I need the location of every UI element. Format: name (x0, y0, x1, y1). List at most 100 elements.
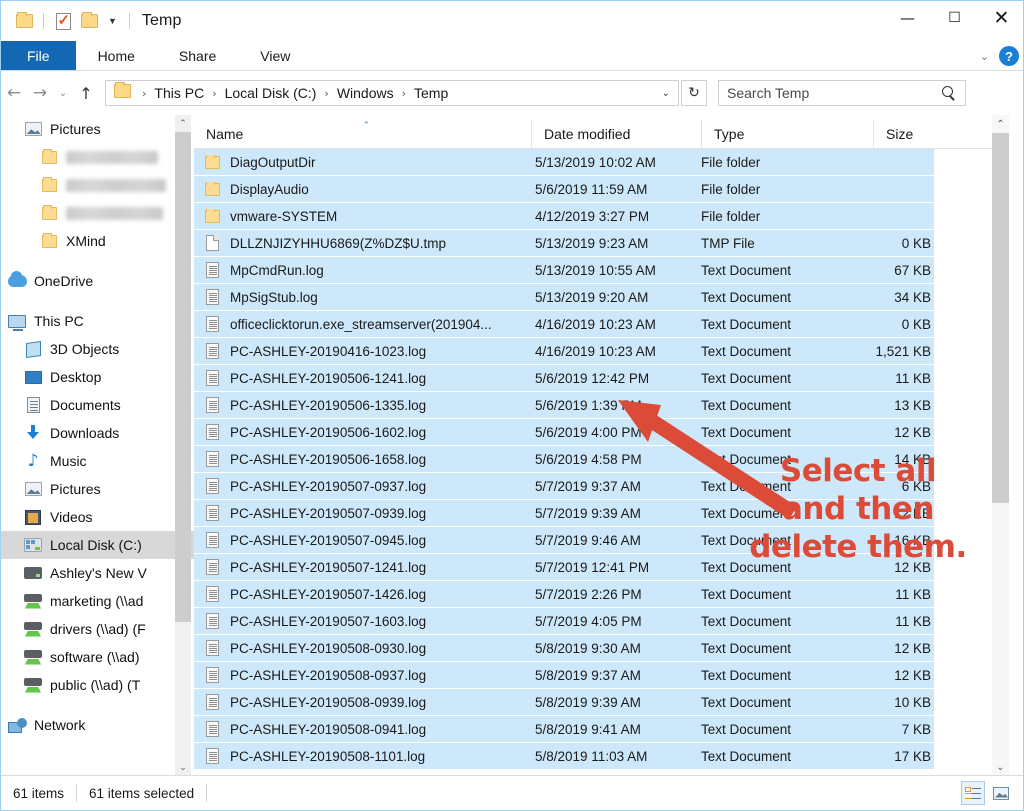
breadcrumb-item-this-pc[interactable]: This PC (151, 85, 207, 101)
table-row[interactable]: PC-ASHLEY-20190508-0930.log5/8/2019 9:30… (194, 635, 934, 662)
table-row[interactable]: vmware-SYSTEM4/12/2019 3:27 PMFile folde… (194, 203, 934, 230)
sidebar-item-pictures[interactable]: Pictures (1, 475, 194, 503)
sidebar-item-redacted-1[interactable] (1, 143, 194, 171)
sidebar-item-public-ad-t[interactable]: public (\\ad) (T (1, 671, 194, 699)
maximize-button[interactable]: ☐ (931, 1, 978, 34)
expand-ribbon-chevron-icon[interactable]: ⌄ (980, 50, 989, 63)
text-file-icon (202, 289, 222, 305)
sidebar-item-desktop[interactable]: Desktop (1, 363, 194, 391)
scrollbar-thumb[interactable] (175, 132, 191, 622)
tab-share[interactable]: Share (157, 41, 238, 70)
file-list-scrollbar[interactable]: ⌃ ⌄ (992, 115, 1009, 776)
properties-icon[interactable] (50, 8, 76, 34)
text-file-icon (202, 748, 222, 764)
tab-view[interactable]: View (238, 41, 312, 70)
help-button[interactable]: ? (999, 46, 1019, 66)
nav-pane-scrollbar[interactable]: ⌃ ⌄ (175, 115, 191, 776)
text-file-icon (202, 343, 222, 359)
cell-name: PC-ASHLEY-20190507-0945.log (194, 532, 531, 548)
table-row[interactable]: PC-ASHLEY-20190508-0939.log5/8/2019 9:39… (194, 689, 934, 716)
table-row[interactable]: PC-ASHLEY-20190507-1426.log5/7/2019 2:26… (194, 581, 934, 608)
sidebar-item-drivers-ad-f[interactable]: drivers (\\ad) (F (1, 615, 194, 643)
up-button[interactable]: ↑ (73, 80, 99, 106)
search-box[interactable] (718, 80, 966, 106)
sidebar-item-local-disk-c[interactable]: Local Disk (C:) (1, 531, 194, 559)
sidebar-item-redacted-2[interactable] (1, 171, 194, 199)
table-row[interactable]: PC-ASHLEY-20190416-1023.log4/16/2019 10:… (194, 338, 934, 365)
scroll-down-icon[interactable]: ⌄ (992, 758, 1009, 776)
table-row[interactable]: MpSigStub.log5/13/2019 9:20 AMText Docum… (194, 284, 934, 311)
preview-pane-icon[interactable] (989, 781, 1013, 805)
sidebar-item-xmind[interactable]: XMind (1, 227, 194, 255)
sidebar-item-videos[interactable]: Videos (1, 503, 194, 531)
table-row[interactable]: officeclicktorun.exe_streamserver(201904… (194, 311, 934, 338)
breadcrumb-item-temp[interactable]: Temp (411, 85, 451, 101)
sidebar-item-onedrive[interactable]: OneDrive (1, 267, 194, 295)
cell-size: 13 KB (873, 398, 931, 413)
sidebar-item-label: drivers (\\ad) (F (50, 621, 146, 637)
table-row[interactable]: PC-ASHLEY-20190506-1241.log5/6/2019 12:4… (194, 365, 934, 392)
cell-type: TMP File (701, 236, 873, 251)
cell-type: File folder (701, 182, 873, 197)
back-button[interactable]: ← (1, 80, 27, 106)
folder-icon[interactable] (11, 8, 37, 34)
breadcrumb-item-local-disk[interactable]: Local Disk (C:) (222, 85, 320, 101)
table-row[interactable]: MpCmdRun.log5/13/2019 10:55 AMText Docum… (194, 257, 934, 284)
table-row[interactable]: DisplayAudio5/6/2019 11:59 AMFile folder (194, 176, 934, 203)
sidebar-item-downloads[interactable]: Downloads (1, 419, 194, 447)
refresh-button[interactable]: ↻ (681, 80, 707, 106)
cell-name: PC-ASHLEY-20190508-0930.log (194, 640, 531, 656)
column-header-label: Name (206, 126, 243, 142)
text-file-icon (202, 451, 222, 467)
sidebar-item-label: Ashley's New V (50, 565, 147, 581)
minimize-button[interactable]: — (884, 1, 931, 34)
table-row[interactable]: DiagOutputDir5/13/2019 10:02 AMFile fold… (194, 149, 934, 176)
customize-chevron-icon[interactable]: ▼ (102, 8, 123, 34)
scroll-up-icon[interactable]: ⌃ (992, 115, 1009, 133)
breadcrumb-item-windows[interactable]: Windows (334, 85, 397, 101)
folder-icon (202, 183, 222, 196)
column-header-date-modified[interactable]: Date modified (531, 120, 701, 148)
cell-name: PC-ASHLEY-20190508-0939.log (194, 694, 531, 710)
sidebar-item-software-ad[interactable]: software (\\ad) (1, 643, 194, 671)
sidebar-item-documents[interactable]: Documents (1, 391, 194, 419)
table-row[interactable]: PC-ASHLEY-20190508-0941.log5/8/2019 9:41… (194, 716, 934, 743)
tab-file[interactable]: File (1, 41, 76, 70)
scroll-down-icon[interactable]: ⌄ (175, 759, 191, 776)
sidebar-item-marketing-ad[interactable]: marketing (\\ad (1, 587, 194, 615)
close-button[interactable]: ✕ (978, 1, 1024, 34)
sidebar-item-pictures[interactable]: Pictures✐ (1, 115, 194, 143)
breadcrumb[interactable]: › This PC › Local Disk (C:) › Windows › … (105, 80, 679, 106)
sidebar-item-ashley-s-new-v[interactable]: Ashley's New V (1, 559, 194, 587)
details-view-icon[interactable] (961, 781, 985, 805)
tab-home[interactable]: Home (76, 41, 157, 70)
forward-button[interactable]: → (27, 80, 53, 106)
file-name-label: vmware-SYSTEM (230, 209, 337, 224)
sidebar-item-label: Documents (50, 397, 121, 413)
cell-date: 5/8/2019 9:37 AM (531, 668, 701, 683)
new-folder-icon[interactable] (76, 8, 102, 34)
column-header-type[interactable]: Type (701, 120, 873, 148)
sidebar-item-this-pc[interactable]: This PC (1, 307, 194, 335)
text-file-icon (202, 532, 222, 548)
scrollbar-thumb[interactable] (992, 133, 1009, 503)
table-row[interactable]: PC-ASHLEY-20190506-1602.log5/6/2019 4:00… (194, 419, 934, 446)
search-input[interactable] (727, 85, 942, 101)
column-header-size[interactable]: Size (873, 120, 983, 148)
table-row[interactable]: PC-ASHLEY-20190508-1101.log5/8/2019 11:0… (194, 743, 934, 770)
sidebar-item-3d-objects[interactable]: 3D Objects (1, 335, 194, 363)
sidebar-item-network[interactable]: Network (1, 711, 194, 739)
breadcrumb-dropdown-chevron-icon[interactable]: ⌄ (662, 88, 674, 99)
search-icon[interactable] (942, 86, 957, 101)
navigation-pane[interactable]: Pictures✐XMindOneDriveThis PC3D ObjectsD… (1, 115, 194, 776)
table-row[interactable]: PC-ASHLEY-20190507-1603.log5/7/2019 4:05… (194, 608, 934, 635)
table-row[interactable]: PC-ASHLEY-20190508-0937.log5/8/2019 9:37… (194, 662, 934, 689)
scroll-up-icon[interactable]: ⌃ (175, 115, 191, 132)
table-row[interactable]: PC-ASHLEY-20190506-1335.log5/6/2019 1:39… (194, 392, 934, 419)
sidebar-item-redacted-3[interactable] (1, 199, 194, 227)
sidebar-item-music[interactable]: ♪Music (1, 447, 194, 475)
cell-name: PC-ASHLEY-20190506-1602.log (194, 424, 531, 440)
recent-locations-chevron-icon[interactable]: ⌄ (53, 80, 73, 106)
table-row[interactable]: DLLZNJIZYHHU6869(Z%DZ$U.tmp5/13/2019 9:2… (194, 230, 934, 257)
column-header-name[interactable]: ⌃ Name (194, 120, 531, 148)
